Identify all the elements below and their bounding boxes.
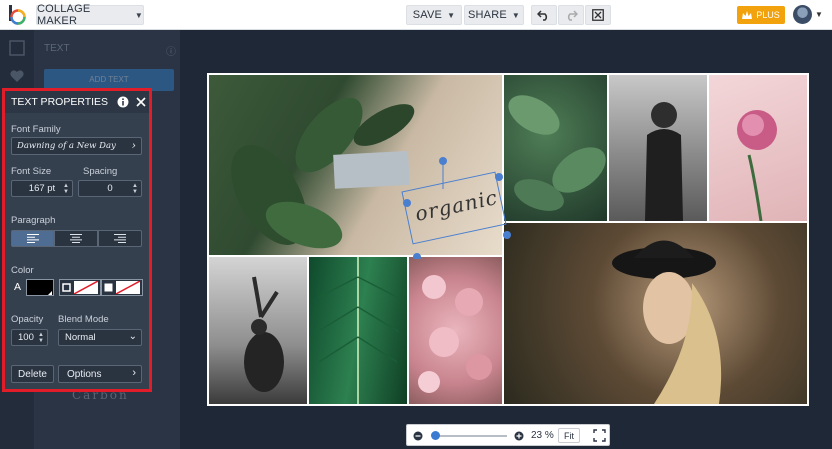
stroke-color-swatch[interactable] [59, 279, 101, 296]
zoom-out-icon[interactable] [413, 431, 423, 441]
peony-illustration [737, 110, 777, 221]
stepper-arrows-icon[interactable]: ▲ ▼ [63, 183, 69, 195]
photo-woman-in-hat[interactable] [504, 223, 807, 404]
font-size-label: Font Size [11, 166, 52, 177]
woman-hat-illustration [612, 240, 722, 404]
heart-icon[interactable] [9, 68, 25, 84]
fit-label: Fit [564, 430, 574, 441]
font-family-value: Dawning of a New Day [17, 141, 116, 151]
color-label: Color [11, 265, 34, 276]
app-menu-label: COLLAGE MAKER [37, 3, 91, 27]
chevron-right-icon: › [131, 139, 136, 152]
align-center-icon [70, 234, 82, 243]
zoom-slider-thumb[interactable] [431, 431, 441, 440]
align-right-button[interactable] [98, 230, 142, 247]
selection-guides [403, 163, 511, 259]
plus-upgrade-button[interactable]: PLUS [737, 6, 785, 24]
leaf-pattern [508, 95, 606, 211]
blossom-cluster [418, 275, 492, 393]
blend-mode-value: Normal [65, 332, 96, 343]
collage-maker-menu[interactable]: COLLAGE MAKER ▼ [36, 3, 144, 27]
redo-icon [567, 10, 578, 21]
panel-title: TEXT PROPERTIES [11, 96, 109, 108]
text-color-glyph: A [14, 281, 22, 293]
options-label: Options [67, 368, 102, 380]
zoom-slider-track[interactable] [432, 435, 507, 437]
photo-pink-peony[interactable] [709, 75, 807, 221]
stepper-arrows-icon[interactable]: ▲ ▼ [38, 332, 44, 344]
background-color-swatch[interactable] [101, 279, 143, 296]
zoom-in-icon[interactable] [514, 431, 524, 441]
photo-green-leaves[interactable] [504, 75, 607, 221]
stroke-square-icon [62, 283, 71, 292]
swatch-corner-icon [48, 291, 52, 295]
avatar[interactable] [793, 5, 812, 24]
share-label: SHARE [467, 9, 507, 21]
delete-button[interactable]: Delete [11, 365, 54, 383]
crown-icon [742, 11, 753, 19]
opacity-label: Opacity [11, 314, 44, 325]
align-center-button[interactable] [54, 230, 98, 247]
align-left-icon [26, 234, 39, 243]
paragraph-label: Paragraph [11, 215, 56, 226]
plus-label: PLUS [756, 10, 780, 20]
fullscreen-icon[interactable] [593, 429, 606, 442]
chevron-down-icon: ⌄ [128, 331, 137, 342]
opacity-stepper[interactable]: 100 ▲ ▼ [11, 329, 48, 346]
none-color-preview [73, 280, 99, 295]
palm-leaf-lines [316, 257, 400, 404]
photo-pink-blossoms[interactable] [409, 257, 502, 404]
font-size-value: 167 pt [28, 183, 56, 194]
fill-square-icon [104, 283, 113, 292]
spacing-value: 0 [107, 183, 113, 194]
chevron-down-icon: ▼ [134, 10, 143, 20]
chevron-down-icon[interactable]: ▼ [815, 10, 823, 19]
opacity-value: 100 [18, 332, 34, 343]
chevron-right-icon: › [132, 367, 136, 379]
share-button[interactable]: SHARE ▼ [464, 5, 524, 25]
spacing-stepper[interactable]: 0 ▲ ▼ [78, 180, 142, 197]
app-logo-icon[interactable] [8, 5, 26, 25]
info-icon[interactable] [117, 96, 129, 108]
photo-palm-leaf[interactable] [309, 257, 407, 404]
text-properties-header: TEXT PROPERTIES [5, 91, 149, 113]
font-family-label: Font Family [11, 124, 61, 135]
close-icon [592, 9, 604, 21]
layout-icon[interactable] [9, 40, 25, 56]
woman-silhouette [645, 102, 683, 221]
chevron-down-icon: ▼ [511, 10, 521, 20]
stepper-arrows-icon[interactable]: ▲ ▼ [132, 183, 138, 195]
photo-woman-bw-field[interactable] [609, 75, 707, 221]
font-size-stepper[interactable]: 167 pt ▲ ▼ [11, 180, 73, 197]
fit-button[interactable]: Fit [558, 428, 580, 443]
top-bar: COLLAGE MAKER ▼ SAVE ▼ SHARE ▼ PLUS ▼ [0, 0, 832, 30]
undo-button[interactable] [531, 5, 557, 25]
text-color-swatch[interactable] [26, 279, 54, 296]
zoom-bar: 23 % Fit [406, 424, 610, 446]
blend-mode-select[interactable]: Normal ⌄ [58, 329, 142, 346]
delete-label: Delete [18, 368, 47, 380]
undo-icon [537, 10, 548, 21]
align-right-icon [114, 234, 126, 243]
zoom-percent: 23 % [531, 430, 554, 441]
close-button[interactable] [585, 5, 611, 25]
spacing-label: Spacing [83, 166, 118, 177]
align-left-button[interactable] [11, 230, 54, 247]
none-color-preview [115, 280, 141, 295]
close-icon[interactable] [136, 97, 146, 107]
dancer-silhouette [244, 276, 284, 392]
side-panel-title: TEXT [44, 43, 70, 54]
text-properties-panel: TEXT PROPERTIES Font Family Dawning of a… [2, 88, 152, 392]
blend-mode-label: Blend Mode [58, 314, 109, 325]
photo-dancer-bw[interactable] [209, 257, 307, 404]
save-label: SAVE [412, 9, 443, 21]
save-button[interactable]: SAVE ▼ [406, 5, 462, 25]
info-icon[interactable]: ⓘ [166, 43, 176, 58]
collage-canvas[interactable]: organic [207, 73, 809, 406]
options-button[interactable]: Options › [58, 365, 142, 383]
font-family-select[interactable]: Dawning of a New Day › [11, 137, 142, 155]
chevron-down-icon: ▼ [447, 10, 456, 20]
redo-button[interactable] [558, 5, 584, 25]
